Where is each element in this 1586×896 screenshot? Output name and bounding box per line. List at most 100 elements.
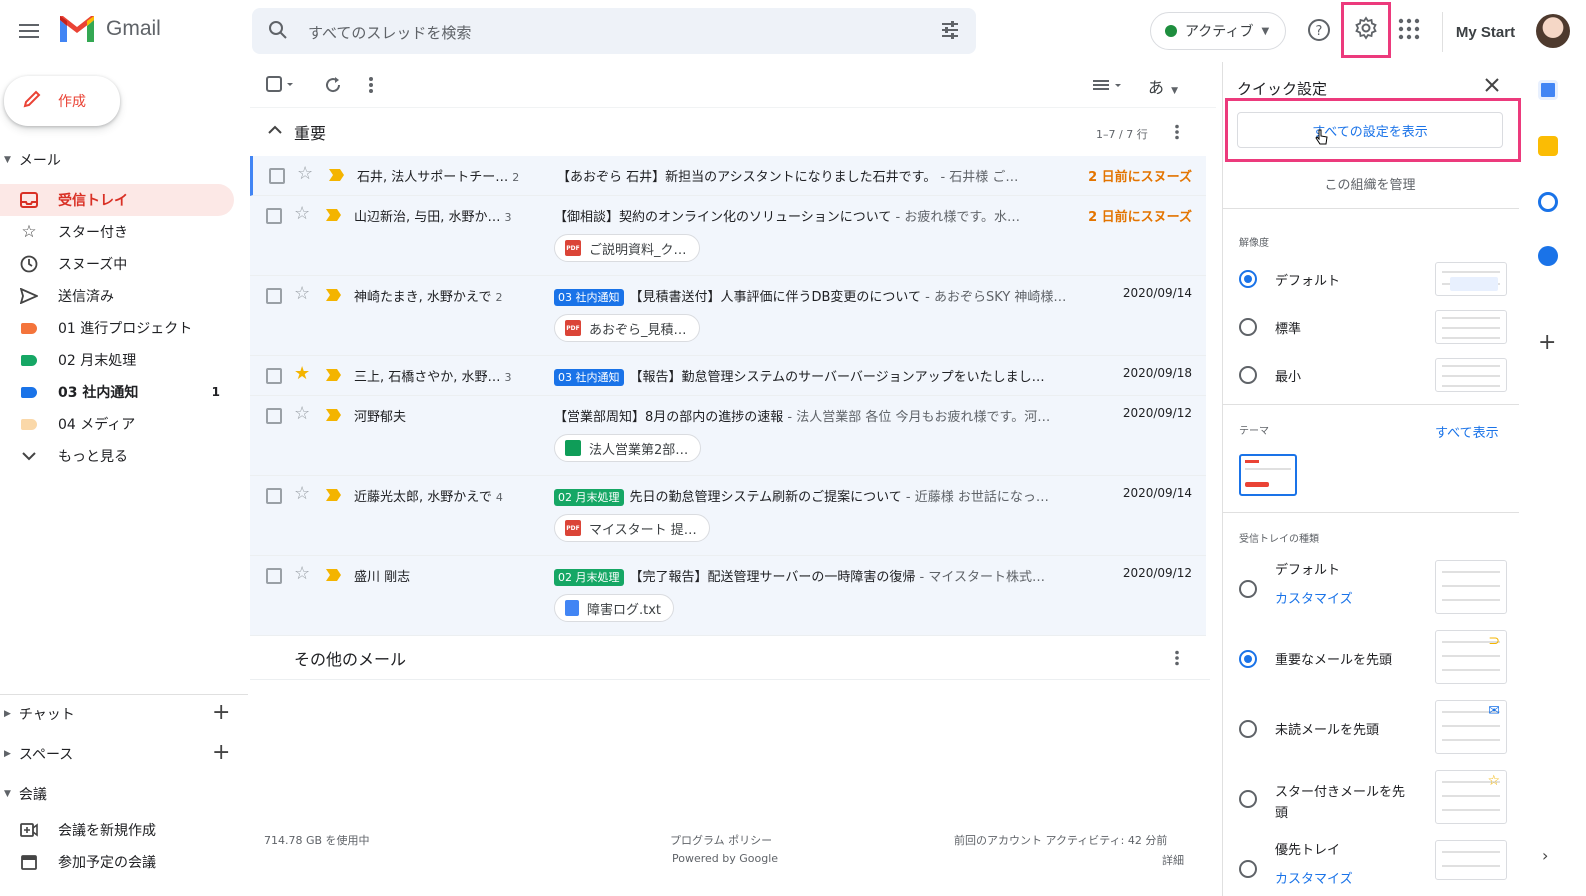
see-all-settings-button[interactable]: すべての設定を表示: [1237, 112, 1503, 148]
apps-grid-icon[interactable]: [1398, 18, 1420, 44]
compose-button[interactable]: 作成: [4, 76, 120, 126]
customize-link[interactable]: カスタマイズ: [1275, 588, 1353, 607]
email-row[interactable]: ☆ 神崎たまき, 水野かえで 2 03 社内通知 【見積書送付】人事評価に伴うDB変更の…: [250, 276, 1206, 356]
split-pane-toggle-icon[interactable]: [1092, 76, 1126, 98]
radio-button[interactable]: [1239, 366, 1257, 384]
email-row[interactable]: ★ 三上, 石橋さやか, 水野… 3 03 社内通知 【報告】勤怠管理システムのサーバー…: [250, 356, 1206, 396]
chat-section-toggle[interactable]: ▶ チャット: [0, 704, 75, 724]
sidebar-item-inbox[interactable]: 受信トレイ: [0, 184, 234, 216]
important-marker-icon[interactable]: [326, 489, 341, 501]
last-activity: 前回のアカウント アクティビティ: 42 分前: [954, 834, 1168, 847]
attachment-chip[interactable]: PDF あおぞら_見積…: [554, 314, 700, 342]
meet-section-toggle[interactable]: ▼ 会議: [0, 784, 47, 804]
radio-button[interactable]: [1239, 720, 1257, 738]
row-checkbox[interactable]: [266, 568, 282, 584]
keep-app-icon[interactable]: [1538, 136, 1558, 156]
row-checkbox[interactable]: [266, 408, 282, 424]
sidebar-item-starred[interactable]: ☆ スター付き: [0, 216, 234, 248]
sidebar-item-label-notices[interactable]: 03 社内通知 1: [0, 376, 234, 408]
star-icon[interactable]: ☆: [294, 285, 310, 303]
radio-button[interactable]: [1239, 650, 1257, 668]
new-meeting-item[interactable]: 会議を新規作成: [0, 814, 234, 846]
important-section-header[interactable]: 重要 1–7 / 7 行: [250, 110, 1210, 154]
email-row[interactable]: ☆ 石井, 法人サポートチー… 2 【あおぞら 石井】新担当のアシスタントになりました…: [250, 156, 1206, 196]
important-marker-icon[interactable]: [326, 289, 341, 301]
contacts-app-icon[interactable]: [1538, 246, 1558, 266]
program-policy-link[interactable]: プログラム ポリシー: [670, 832, 772, 848]
organization-logo[interactable]: My Start: [1442, 12, 1528, 52]
select-all-checkbox[interactable]: [266, 76, 296, 98]
email-row[interactable]: ☆ 山辺新治, 与田, 水野か… 3 【御相談】契約のオンライン化のソリューションにつ…: [250, 196, 1206, 276]
row-checkbox[interactable]: [266, 488, 282, 504]
avatar[interactable]: [1536, 14, 1570, 48]
close-icon[interactable]: [1485, 78, 1499, 96]
other-section-header[interactable]: その他のメール: [250, 636, 1210, 680]
customize-link[interactable]: カスタマイズ: [1275, 868, 1353, 887]
tasks-app-icon[interactable]: [1538, 192, 1558, 212]
search-input[interactable]: すべてのスレッドを検索: [308, 22, 471, 43]
star-icon[interactable]: ☆: [294, 565, 310, 583]
gmail-logo[interactable]: Gmail: [58, 14, 161, 44]
star-icon[interactable]: ☆: [294, 205, 310, 223]
email-subject: 03 社内通知 【見積書送付】人事評価に伴うDB変更のについて - あおぞらSKY…: [554, 286, 1082, 306]
sidebar-item-more[interactable]: もっと見る: [0, 440, 234, 472]
chevron-up-icon[interactable]: [268, 124, 282, 139]
email-row[interactable]: ☆ 河野郁夫 【営業部周知】8月の部内の進捗の速報 - 法人営業部 各位 今月もお疲…: [250, 396, 1206, 476]
theme-show-all-link[interactable]: すべて表示: [1435, 422, 1499, 441]
sidebar-item-sent[interactable]: 送信済み: [0, 280, 234, 312]
theme-thumbnail[interactable]: [1239, 454, 1297, 496]
star-icon[interactable]: ☆: [297, 165, 313, 183]
mail-section-toggle[interactable]: ▼ メール: [0, 150, 61, 170]
email-row[interactable]: ☆ 近藤光太郎, 水野かえで 4 02 月末処理 先日の勤怠管理システム刷新のご提案につ…: [250, 476, 1206, 556]
section-more-icon[interactable]: [1174, 650, 1180, 670]
important-marker-icon[interactable]: [326, 369, 341, 381]
calendar-app-icon[interactable]: [1538, 80, 1558, 100]
input-tools-button[interactable]: あ ▼: [1148, 74, 1178, 98]
sidebar-item-label-projects[interactable]: 01 進行プロジェクト: [0, 312, 234, 344]
details-link[interactable]: 詳細: [1162, 852, 1184, 868]
attachment-chip[interactable]: 法人営業第2部…: [554, 434, 702, 462]
refresh-icon[interactable]: [324, 76, 342, 98]
star-icon[interactable]: ★: [294, 365, 310, 383]
radio-button[interactable]: [1239, 790, 1257, 808]
star-icon[interactable]: ☆: [294, 405, 310, 423]
important-marker-icon[interactable]: [326, 569, 341, 581]
sidebar-item-label: 01 進行プロジェクト: [58, 321, 193, 337]
row-checkbox[interactable]: [269, 168, 285, 184]
row-checkbox[interactable]: [266, 288, 282, 304]
spaces-section-toggle[interactable]: ▶ スペース: [0, 744, 73, 764]
important-marker-icon[interactable]: [326, 209, 341, 221]
chevron-right-icon[interactable]: ›: [1542, 846, 1548, 865]
search-icon[interactable]: [268, 20, 288, 44]
settings-button[interactable]: [1341, 2, 1391, 58]
inbox-type-preview: ⊃: [1435, 630, 1507, 684]
sidebar-item-snoozed[interactable]: スヌーズ中: [0, 248, 234, 280]
important-marker-icon[interactable]: [329, 169, 344, 181]
more-vert-icon[interactable]: [368, 76, 374, 98]
search-bar[interactable]: すべてのスレッドを検索: [252, 8, 976, 54]
status-selector[interactable]: アクティブ ▼: [1150, 12, 1286, 50]
add-chat-icon[interactable]: +: [212, 700, 230, 725]
star-icon[interactable]: ☆: [294, 485, 310, 503]
attachment-chip[interactable]: PDF マイスタート 提…: [554, 514, 710, 542]
attachment-chip[interactable]: 障害ログ.txt: [554, 594, 675, 622]
sidebar-item-label-media[interactable]: 04 メディア: [0, 408, 234, 440]
section-more-icon[interactable]: [1174, 124, 1180, 144]
radio-button[interactable]: [1239, 580, 1257, 598]
radio-button[interactable]: [1239, 318, 1257, 336]
search-options-icon[interactable]: [940, 20, 960, 44]
manage-organization-link[interactable]: この組織を管理: [1237, 174, 1503, 193]
attachment-chip[interactable]: PDF ご説明資料_ク…: [554, 234, 700, 262]
main-menu-icon[interactable]: [16, 18, 42, 44]
add-addon-icon[interactable]: +: [1538, 330, 1556, 355]
email-row[interactable]: ☆ 盛川 剛志 02 月末処理 【完了報告】配送管理サーバーの一時障害の復帰 - マイ…: [250, 556, 1206, 636]
help-icon[interactable]: ?: [1307, 18, 1331, 46]
upcoming-meetings-item[interactable]: 参加予定の会議: [0, 846, 234, 878]
important-marker-icon[interactable]: [326, 409, 341, 421]
sidebar-item-label-month-end[interactable]: 02 月末処理: [0, 344, 234, 376]
add-space-icon[interactable]: +: [212, 740, 230, 765]
row-checkbox[interactable]: [266, 368, 282, 384]
row-checkbox[interactable]: [266, 208, 282, 224]
radio-button[interactable]: [1239, 270, 1257, 288]
radio-button[interactable]: [1239, 860, 1257, 878]
